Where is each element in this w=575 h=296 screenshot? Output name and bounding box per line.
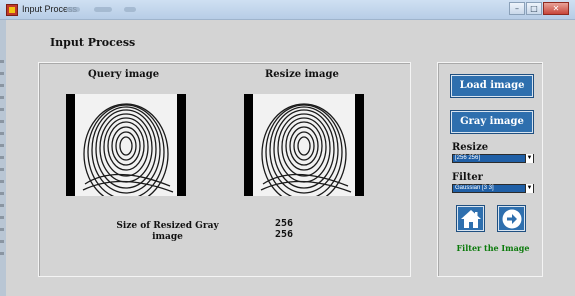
resize-select-value: [256 256] xyxy=(455,155,481,161)
query-image-caption: Query image xyxy=(88,69,160,80)
resized-image xyxy=(244,94,364,196)
title-bar: Input Process – □ ✕ xyxy=(0,0,575,20)
resize-select[interactable]: [256 256] ▼ xyxy=(452,154,534,163)
resize-image-caption: Resize image xyxy=(265,69,339,80)
gray-image-button[interactable]: Gray image xyxy=(450,110,534,134)
next-button[interactable] xyxy=(497,205,526,232)
window-controls: – □ ✕ xyxy=(509,2,569,15)
query-image xyxy=(66,94,186,196)
page-title: Input Process xyxy=(50,36,136,49)
maximize-icon[interactable]: □ xyxy=(526,2,542,15)
filter-select-value: Gaussian [3 3] xyxy=(455,185,494,191)
filter-label: Filter xyxy=(452,172,483,183)
app-icon xyxy=(6,4,18,16)
close-icon[interactable]: ✕ xyxy=(543,2,569,15)
resized-height-value: 256 xyxy=(275,229,294,240)
blurred-menu-item xyxy=(124,7,136,12)
load-image-button[interactable]: Load image xyxy=(450,74,534,98)
resize-label: Resize xyxy=(452,142,489,153)
chevron-down-icon[interactable]: ▼ xyxy=(525,154,533,163)
home-icon xyxy=(461,210,481,228)
fingerprint-icon xyxy=(75,94,177,196)
filter-select[interactable]: Gaussian [3 3] ▼ xyxy=(452,184,534,193)
chevron-down-icon[interactable]: ▼ xyxy=(525,184,533,193)
fingerprint-icon xyxy=(253,94,355,196)
blurred-menu-item xyxy=(94,7,112,12)
minimize-icon[interactable]: – xyxy=(509,2,525,15)
window-frame-left xyxy=(0,20,6,296)
home-button[interactable] xyxy=(456,205,485,232)
resized-width-value: 256 xyxy=(275,218,294,229)
status-message: Filter the Image xyxy=(456,243,530,253)
resized-size-label: Size of Resized Gray image xyxy=(116,221,219,242)
arrow-right-circle-icon xyxy=(502,209,522,229)
blurred-menu-item xyxy=(66,7,80,12)
